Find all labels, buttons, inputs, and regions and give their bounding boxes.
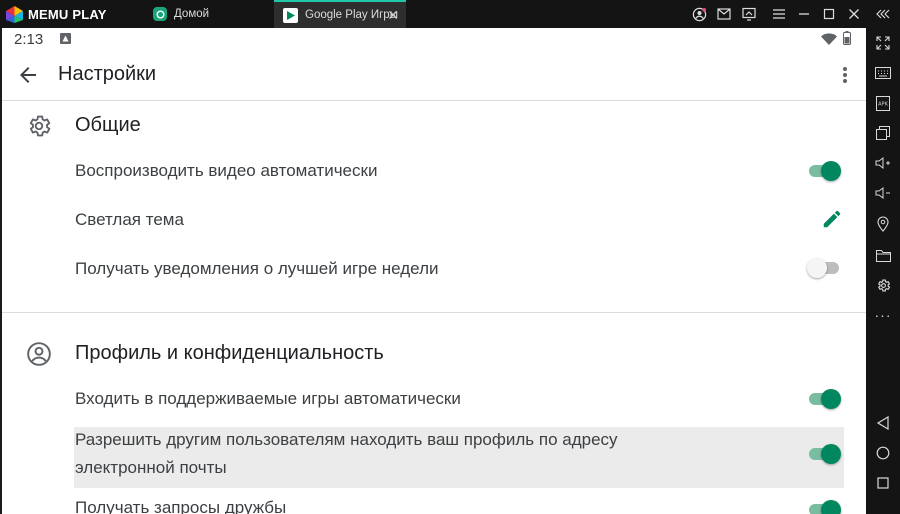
row-autoplay-video-label: Воспроизводить видео автоматически [75, 161, 378, 180]
mail-icon[interactable] [715, 5, 733, 23]
close-icon[interactable] [845, 5, 863, 23]
row-weekly-game-notify-label: Получать уведомления о лучшей игре недел… [75, 259, 439, 278]
volume-up-icon[interactable] [874, 154, 892, 172]
memu-logo-icon [6, 5, 23, 23]
gear-icon [29, 115, 51, 137]
account-circle-icon [27, 342, 51, 366]
appbar-divider [2, 100, 866, 101]
menu-icon[interactable] [770, 5, 788, 23]
memu-brand-text: MEMU PLAY [28, 6, 107, 22]
folder-icon[interactable] [874, 246, 892, 264]
play-games-icon [283, 7, 298, 23]
tab-play-label: Google Play Игры [305, 9, 398, 21]
screen-share-icon[interactable] [740, 5, 758, 23]
home-app-icon [153, 7, 167, 21]
back-arrow-icon[interactable] [16, 63, 40, 87]
multi-window-icon[interactable] [874, 124, 892, 142]
row-find-by-email-label-line1: Разрешить другим пользователям находить … [75, 430, 618, 449]
overflow-menu-icon[interactable] [835, 63, 855, 87]
toggle-autoplay-video[interactable] [807, 161, 841, 181]
row-friend-requests-label: Получать запросы дружбы [75, 498, 287, 514]
section-title-general: Общие [75, 114, 141, 136]
tab-google-play-games[interactable]: Google Play Игры ✕ [274, 0, 406, 28]
nav-recents-icon[interactable] [874, 474, 892, 492]
tab-home[interactable]: Домой [143, 0, 273, 28]
edit-pencil-icon[interactable] [821, 208, 843, 230]
wifi-icon [821, 33, 837, 45]
volume-down-icon[interactable] [874, 184, 892, 202]
row-light-theme-label: Светлая тема [75, 210, 184, 229]
collapse-icon[interactable] [874, 5, 892, 23]
section-title-profile-privacy: Профиль и конфиденциальность [75, 342, 384, 364]
maximize-icon[interactable] [820, 5, 838, 23]
tab-close-icon[interactable]: ✕ [387, 7, 399, 24]
toggle-weekly-game-notify[interactable] [807, 258, 841, 278]
android-screen: 2:13 Настройки Общие Воспроизводить виде… [2, 28, 866, 514]
settings-icon[interactable] [874, 276, 892, 294]
emulator-titlebar: MEMU PLAY Домой Google Play Игры ✕ [0, 0, 900, 28]
keyboard-icon[interactable] [874, 64, 892, 82]
page-title: Настройки [58, 63, 157, 85]
row-auto-sign-in-label: Входить в поддерживаемые игры автоматиче… [75, 389, 461, 408]
memu-logo: MEMU PLAY [6, 5, 107, 23]
nav-home-icon[interactable] [874, 444, 892, 462]
status-time: 2:13 [14, 31, 44, 48]
android-status-bar: 2:13 [2, 28, 866, 50]
section-divider [2, 312, 866, 313]
toggle-friend-requests[interactable] [807, 500, 841, 514]
toggle-auto-sign-in[interactable] [807, 389, 841, 409]
fullscreen-icon[interactable] [874, 34, 892, 52]
nav-back-icon[interactable] [874, 414, 892, 432]
account-icon[interactable] [690, 5, 708, 23]
battery-icon [843, 31, 851, 45]
tab-home-label: Домой [174, 8, 210, 20]
app-bar: Настройки [2, 50, 866, 100]
notification-icon [60, 33, 71, 44]
location-icon[interactable] [874, 215, 892, 233]
toggle-find-by-email[interactable] [807, 444, 841, 464]
row-find-by-email-label-line2: электронной почты [75, 458, 227, 477]
minimize-icon[interactable] [795, 5, 813, 23]
emulator-sidebar: APK ··· [866, 28, 900, 514]
apk-icon[interactable]: APK [874, 94, 892, 112]
svg-text:APK: APK [878, 101, 888, 107]
more-icon[interactable]: ··· [874, 306, 892, 324]
